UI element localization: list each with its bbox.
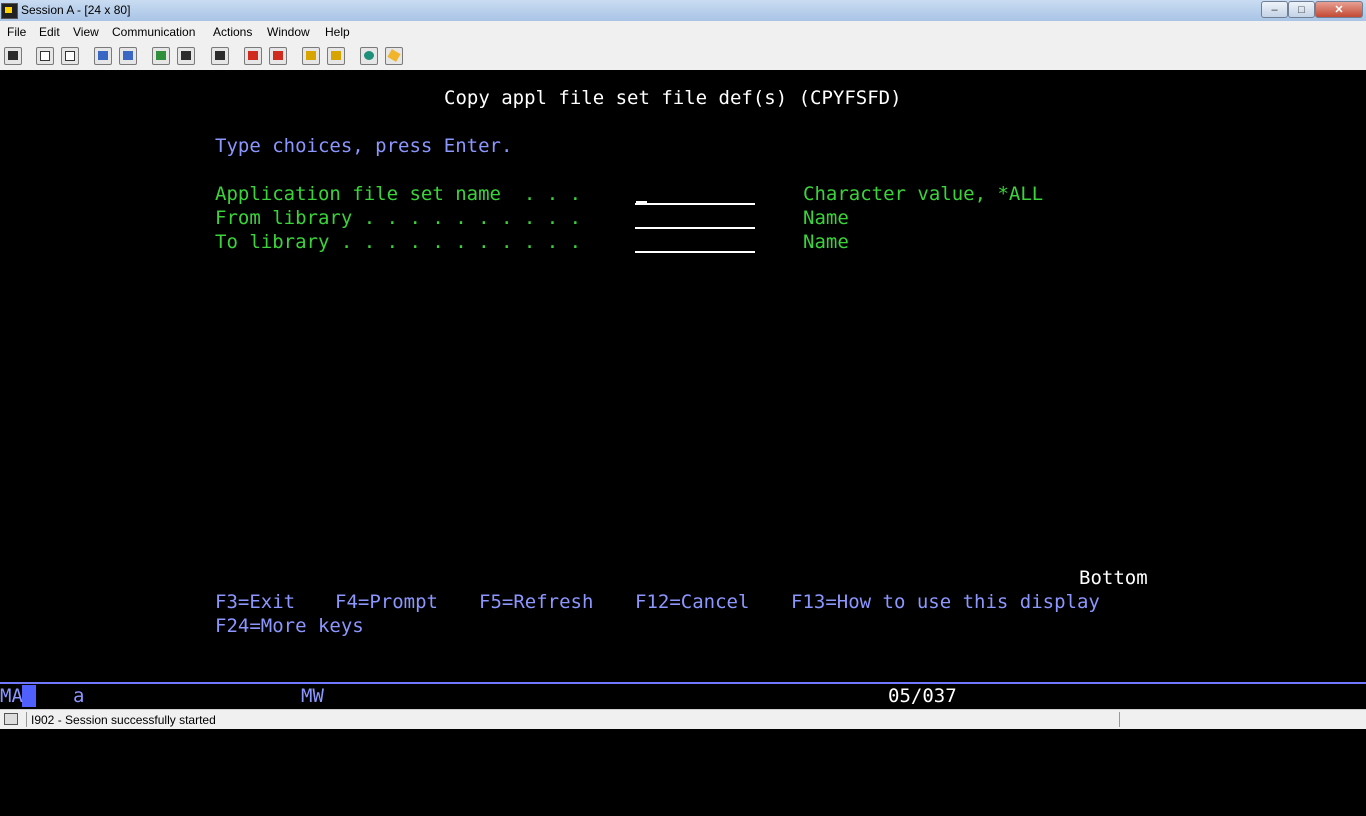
status-bar: I902 - Session successfully started xyxy=(0,709,1366,729)
menu-actions[interactable]: Actions xyxy=(213,25,252,39)
maximize-button[interactable]: □ xyxy=(1288,1,1315,18)
oia-mode: MA xyxy=(0,685,23,707)
record-macro-icon[interactable] xyxy=(244,47,262,65)
toolbar xyxy=(0,43,1366,71)
title-bar: Session A - [24 x 80] – □ ✕ xyxy=(0,0,1366,22)
operator-info-area: MA a MW 05/037 xyxy=(0,684,1366,709)
window-title: Session A - [24 x 80] xyxy=(21,3,131,17)
macro-icon[interactable] xyxy=(211,47,229,65)
menu-bar: File Edit View Communication Actions Win… xyxy=(0,21,1366,43)
cursor-position: 05/037 xyxy=(888,685,957,707)
status-message: I902 - Session successfully started xyxy=(31,713,216,727)
menu-communication[interactable]: Communication xyxy=(112,25,195,39)
appl-file-set-input[interactable] xyxy=(635,183,755,205)
display-icon[interactable] xyxy=(152,47,170,65)
fkey-f13[interactable]: F13=How to use this display xyxy=(791,590,1100,614)
globe-icon[interactable] xyxy=(360,47,378,65)
text-cursor xyxy=(636,201,647,204)
fkey-f24[interactable]: F24=More keys xyxy=(215,614,364,638)
instruction-text: Type choices, press Enter. xyxy=(215,135,513,157)
to-library-input[interactable] xyxy=(635,231,755,253)
status-separator-right xyxy=(1119,712,1120,727)
fkey-f12[interactable]: F12=Cancel xyxy=(635,590,749,614)
oia-indicator: a xyxy=(73,685,85,707)
stop-macro-icon[interactable] xyxy=(269,47,287,65)
field-label-to-library: To library . . . . . . . . . . . xyxy=(215,231,582,253)
menu-view[interactable]: View xyxy=(73,25,99,39)
field-label-appl-file-set: Application file set name . . . xyxy=(215,183,582,205)
mode-highlight xyxy=(22,685,36,707)
status-separator xyxy=(26,712,27,727)
app-icon[interactable] xyxy=(1,3,18,19)
oia-mw: MW xyxy=(301,685,324,707)
screen-title: Copy appl file set file def(s) (CPYFSFD) xyxy=(444,87,902,109)
paste-icon[interactable] xyxy=(61,47,79,65)
field-hint-appl-file-set: Character value, *ALL xyxy=(803,183,1044,205)
from-library-input[interactable] xyxy=(635,207,755,229)
print-screen-icon[interactable] xyxy=(4,47,22,65)
minimize-button[interactable]: – xyxy=(1261,1,1288,18)
receive-file-icon[interactable] xyxy=(119,47,137,65)
keyboard-map-icon[interactable] xyxy=(177,47,195,65)
close-button[interactable]: ✕ xyxy=(1315,1,1363,18)
send-file-icon[interactable] xyxy=(94,47,112,65)
play-macro-icon[interactable] xyxy=(302,47,320,65)
menu-file[interactable]: File xyxy=(7,25,26,39)
connection-icon xyxy=(4,713,18,725)
copy-icon[interactable] xyxy=(36,47,54,65)
fkey-f4[interactable]: F4=Prompt xyxy=(335,590,438,614)
pause-macro-icon[interactable] xyxy=(327,47,345,65)
fkey-f5[interactable]: F5=Refresh xyxy=(479,590,593,614)
eraser-icon[interactable] xyxy=(385,47,403,65)
field-label-from-library: From library . . . . . . . . . . xyxy=(215,207,582,229)
fkey-f3[interactable]: F3=Exit xyxy=(215,590,295,614)
menu-edit[interactable]: Edit xyxy=(39,25,60,39)
terminal-screen[interactable]: Copy appl file set file def(s) (CPYFSFD)… xyxy=(0,70,1366,682)
menu-window[interactable]: Window xyxy=(267,25,310,39)
more-indicator: Bottom xyxy=(1079,567,1148,589)
field-hint-to-library: Name xyxy=(803,231,849,253)
menu-help[interactable]: Help xyxy=(325,25,350,39)
field-hint-from-library: Name xyxy=(803,207,849,229)
